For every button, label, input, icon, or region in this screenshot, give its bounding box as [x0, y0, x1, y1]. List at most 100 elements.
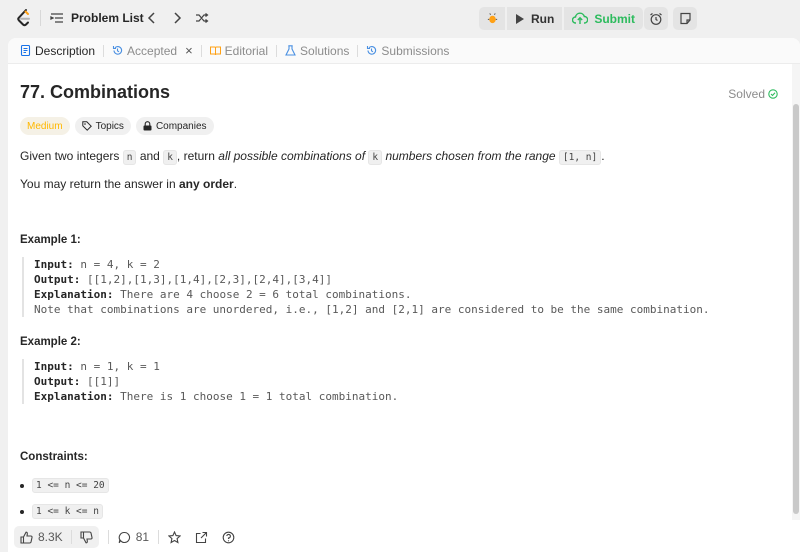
problem-content: 77. Combinations Solved Medium Topics Co…	[8, 64, 792, 520]
desc-text: You may return the answer in	[20, 177, 176, 191]
tab-editorial-label: Editorial	[224, 43, 269, 58]
document-icon	[20, 45, 31, 56]
dislike-button[interactable]	[80, 530, 93, 544]
input-value: n = 1, k = 1	[80, 360, 160, 373]
constraint-item: 1 <= n <= 20	[20, 478, 109, 493]
tab-divider	[357, 44, 359, 57]
order-note: You may return the answer in any order.	[20, 176, 237, 192]
problem-list-label: Problem List	[71, 11, 144, 25]
output-label: Output:	[34, 375, 81, 388]
alarm-clock-icon	[650, 12, 662, 25]
top-bar: Problem List Run Submit	[0, 0, 800, 36]
close-tab-icon[interactable]: ×	[185, 43, 193, 58]
example-line: Input: n = 4, k = 2	[34, 257, 710, 272]
tab-accepted[interactable]: Accepted ×	[109, 38, 196, 64]
topics-button[interactable]: Topics	[74, 117, 131, 135]
topics-label: Topics	[95, 120, 124, 132]
help-button[interactable]	[222, 531, 235, 544]
example-note: Note that combinations are unordered, i.…	[34, 303, 710, 316]
scrollbar-thumb[interactable]	[793, 104, 799, 514]
tab-solutions-label: Solutions	[300, 43, 350, 58]
input-label: Input:	[34, 258, 74, 271]
companies-label: Companies	[155, 120, 207, 132]
share-button[interactable]	[195, 531, 208, 544]
submit-button[interactable]: Submit	[564, 7, 643, 30]
book-icon	[209, 46, 221, 56]
example-1-block: Input: n = 4, k = 2 Output: [[1,2],[1,3]…	[22, 257, 710, 317]
debug-button[interactable]	[479, 7, 505, 30]
inline-code: [1, n]	[558, 150, 602, 165]
chevron-right-icon	[174, 12, 182, 24]
bullet	[20, 509, 24, 514]
timer-button[interactable]	[644, 7, 668, 30]
run-button[interactable]: Run	[507, 7, 563, 30]
companies-button[interactable]: Companies	[135, 117, 214, 135]
list-icon	[50, 13, 63, 23]
tab-divider	[103, 44, 105, 57]
like-count: 8.3K	[38, 530, 63, 544]
difficulty-badge: Medium	[20, 117, 70, 135]
favorite-button[interactable]	[168, 530, 182, 544]
output-value: [[1]]	[86, 375, 121, 388]
desc-text: Given two integers	[20, 149, 120, 163]
run-label: Run	[531, 11, 555, 26]
random-problem-button[interactable]	[193, 9, 211, 27]
desc-italic: numbers chosen from the range	[385, 149, 556, 163]
flask-icon	[285, 45, 296, 56]
submit-label: Submit	[594, 11, 635, 26]
tag-icon	[81, 121, 92, 131]
prev-problem-button[interactable]	[143, 9, 161, 27]
desc-text: and	[139, 149, 160, 163]
bottom-divider	[107, 530, 109, 544]
shuffle-icon	[196, 13, 209, 23]
leetcode-logo-icon[interactable]	[14, 8, 34, 28]
comment-icon	[118, 531, 130, 543]
example-2-block: Input: n = 1, k = 1 Output: [[1]] Explan…	[22, 359, 398, 404]
next-problem-button[interactable]	[168, 9, 186, 27]
output-value: [[1,2],[1,3],[1,4],[2,3],[2,4],[3,4]]	[86, 273, 333, 286]
solved-status: Solved	[728, 87, 778, 101]
explanation-label: Explanation:	[34, 288, 114, 301]
example-line: Explanation: There are 4 choose 2 = 6 to…	[34, 287, 710, 302]
tab-description-label: Description	[35, 43, 96, 58]
problem-list-button[interactable]: Problem List	[50, 9, 144, 27]
constraint-item: 1 <= k <= n	[20, 504, 103, 519]
vote-divider	[70, 530, 72, 544]
chevron-left-icon	[147, 12, 155, 24]
example-line: Input: n = 1, k = 1	[34, 359, 398, 374]
tab-submissions[interactable]: Submissions	[363, 38, 452, 64]
question-circle-icon	[222, 531, 235, 543]
topbar-divider	[40, 10, 41, 26]
thumbs-up-icon	[20, 531, 33, 544]
constraint-code: 1 <= n <= 20	[32, 478, 109, 493]
tab-solutions[interactable]: Solutions	[282, 38, 352, 64]
tab-submissions-label: Submissions	[381, 43, 450, 58]
like-button[interactable]: 8.3K	[20, 530, 63, 544]
vote-group: 8.3K	[14, 526, 99, 548]
solved-label: Solved	[728, 87, 765, 101]
tab-accepted-label: Accepted	[127, 43, 178, 58]
scrollbar[interactable]	[792, 64, 800, 520]
desc-text: .	[233, 177, 238, 191]
problem-description: Given two integers n and k, return all p…	[20, 148, 605, 166]
comment-count: 81	[135, 530, 150, 544]
tab-divider	[200, 44, 202, 57]
desc-text: .	[601, 149, 605, 163]
example-line: Explanation: There is 1 choose 1 = 1 tot…	[34, 389, 398, 404]
inline-code: k	[368, 150, 383, 165]
lock-icon	[143, 121, 152, 131]
explanation-value: There are 4 choose 2 = 6 total combinati…	[120, 288, 412, 301]
problem-title: 77. Combinations	[20, 82, 171, 102]
comments-button[interactable]: 81	[118, 530, 149, 544]
tab-description[interactable]: Description	[17, 38, 98, 64]
explanation-label: Explanation:	[34, 390, 114, 403]
history-icon	[112, 46, 123, 55]
tab-editorial[interactable]: Editorial	[207, 38, 271, 64]
run-submit-group: Run Submit	[479, 7, 643, 30]
thumbs-down-icon	[80, 530, 93, 543]
desc-bold: any order	[179, 177, 234, 191]
problem-tags: Medium Topics Companies	[20, 117, 214, 135]
example-2-heading: Example 2:	[20, 336, 81, 348]
tab-bar: Description Accepted × Editorial Solutio…	[8, 38, 800, 64]
notes-button[interactable]	[673, 7, 697, 30]
